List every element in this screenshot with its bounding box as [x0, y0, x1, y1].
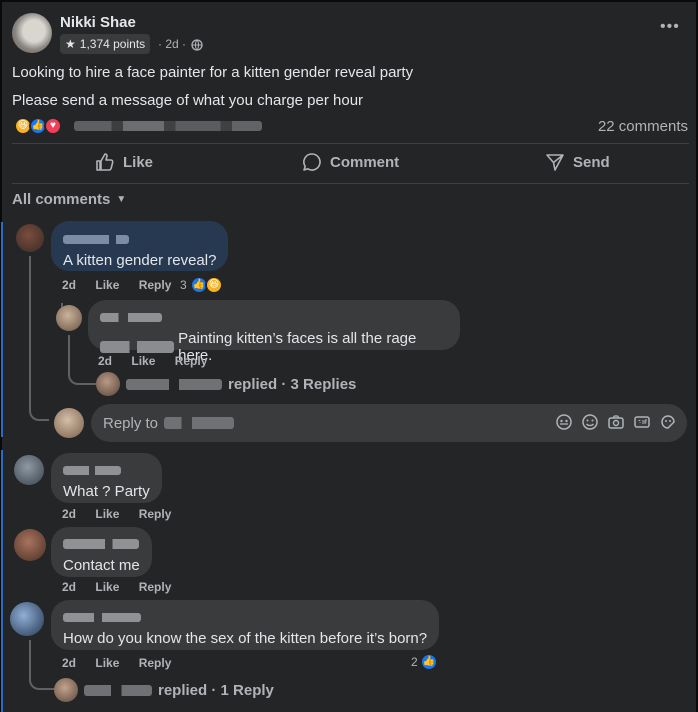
thread-line [29, 256, 49, 421]
comment-like-button[interactable]: Like [95, 507, 119, 521]
love-reaction-icon: ♥ [44, 117, 62, 135]
gif-icon[interactable] [633, 413, 651, 431]
comment-text: Contact me [63, 557, 140, 574]
comments-count[interactable]: 22 comments [598, 118, 688, 135]
comment-reactions[interactable]: 3 👍 😆 [180, 276, 230, 296]
sticker-icon[interactable] [659, 413, 677, 431]
comment-text: What ? Party [63, 483, 150, 500]
comment-like-button[interactable]: Like [95, 278, 119, 292]
replies-summary: replied · 3 Replies [228, 375, 357, 393]
comment-like-button[interactable]: Like [95, 656, 119, 670]
points-badge: ★ 1,374 points [60, 34, 151, 54]
star-icon: ★ [65, 37, 76, 51]
divider-bottom [12, 183, 689, 184]
comment-time[interactable]: 2d [62, 507, 76, 521]
commenter-avatar[interactable] [56, 305, 82, 331]
all-comments-label: All comments [12, 191, 111, 208]
replier-name-redacted [84, 684, 152, 696]
view-replies-link[interactable]: replied · 3 Replies [96, 372, 356, 396]
replies-summary: replied · 1 Reply [158, 681, 274, 699]
reactions-count: 3 [180, 278, 187, 292]
comment-like-button[interactable]: Like [95, 580, 119, 594]
author-name[interactable]: Nikki Shae [60, 14, 136, 31]
comment-time[interactable]: 2d [62, 278, 76, 292]
comment-text: How do you know the sex of the kitten be… [63, 630, 428, 647]
comment-reply-button[interactable]: Reply [139, 580, 172, 594]
comment-reactions[interactable]: 2 👍 [411, 653, 441, 673]
reply-input[interactable]: Reply to [91, 404, 687, 442]
thread-indicator [1, 450, 3, 712]
send-icon [545, 152, 565, 172]
all-comments-filter[interactable]: All comments ▼ [12, 191, 126, 208]
commenter-avatar[interactable] [16, 224, 44, 252]
send-button[interactable]: Send [545, 152, 610, 172]
reply-placeholder: Reply to [103, 414, 159, 432]
commenter-avatar[interactable] [14, 455, 44, 485]
commenter-avatar[interactable] [14, 529, 46, 561]
comment-actions: 2d Like Reply [62, 278, 187, 292]
thread-line [29, 640, 55, 690]
reply-like-button[interactable]: Like [131, 354, 155, 368]
commenter-name-redacted[interactable] [63, 235, 129, 244]
commenter-name-redacted[interactable] [100, 313, 162, 322]
comment-bubble-icon [302, 152, 322, 172]
reply-bubble: Painting kitten’s faces is all the rage … [88, 300, 460, 364]
thread-indicator [1, 222, 3, 437]
post-reactions[interactable]: 😆 👍 ♥ [14, 117, 74, 137]
post-time[interactable]: · 2d · [158, 37, 186, 51]
comment-actions: 2d Like Reply [62, 507, 187, 521]
current-user-avatar [54, 408, 84, 438]
avatar-sticker-icon[interactable] [555, 413, 573, 431]
comment-bubble: How do you know the sex of the kitten be… [51, 600, 440, 650]
comment-reply-button[interactable]: Reply [139, 656, 172, 670]
like-button[interactable]: Like [95, 152, 153, 172]
comment-button[interactable]: Comment [302, 152, 399, 172]
commenter-avatar[interactable] [10, 602, 44, 636]
comment-time[interactable]: 2d [62, 580, 76, 594]
comment-bubble: Contact me [51, 527, 152, 577]
points-text: 1,374 points [79, 37, 146, 51]
reactors-names-redacted [74, 121, 262, 131]
send-label: Send [573, 153, 610, 171]
commenter-name-redacted[interactable] [63, 613, 141, 622]
replier-name-redacted [126, 378, 222, 390]
commenter-name-redacted[interactable] [63, 539, 139, 549]
like-label: Like [123, 153, 154, 171]
reply-target-redacted [164, 417, 235, 429]
reactions-count: 2 [411, 655, 418, 669]
comment-time[interactable]: 2d [62, 656, 76, 670]
haha-reaction-icon: 😆 [205, 276, 223, 294]
thumbs-up-icon [95, 152, 115, 172]
comment-bubble: A kitten gender reveal? [51, 221, 229, 271]
camera-icon[interactable] [607, 413, 625, 431]
commenter-name-redacted[interactable] [63, 466, 121, 475]
comment-reply-button[interactable]: Reply [139, 507, 172, 521]
author-avatar[interactable] [12, 13, 52, 53]
divider-top [12, 143, 689, 144]
reply-time[interactable]: 2d [98, 354, 112, 368]
replier-avatar [54, 678, 78, 702]
comment-label: Comment [330, 153, 400, 171]
comment-reply-button[interactable]: Reply [139, 278, 172, 292]
globe-icon [191, 39, 203, 51]
more-icon[interactable]: ••• [660, 19, 680, 35]
like-reaction-icon: 👍 [420, 653, 438, 671]
comment-actions: 2d Like Reply [62, 656, 187, 670]
view-replies-link[interactable]: replied · 1 Reply [54, 678, 274, 702]
mention-redacted[interactable] [100, 341, 175, 353]
emoji-icon[interactable] [581, 413, 599, 431]
post-text-line-1: Looking to hire a face painter for a kit… [12, 64, 414, 81]
chevron-down-icon: ▼ [116, 194, 127, 205]
comment-bubble: What ? Party [51, 453, 162, 503]
reply-reply-button[interactable]: Reply [175, 354, 208, 368]
reply-actions: 2d Like Reply [98, 354, 223, 368]
comment-actions: 2d Like Reply [62, 580, 187, 594]
post-text-line-2: Please send a message of what you charge… [12, 92, 364, 109]
replier-avatar [96, 372, 120, 396]
comment-text: A kitten gender reveal? [63, 252, 217, 269]
